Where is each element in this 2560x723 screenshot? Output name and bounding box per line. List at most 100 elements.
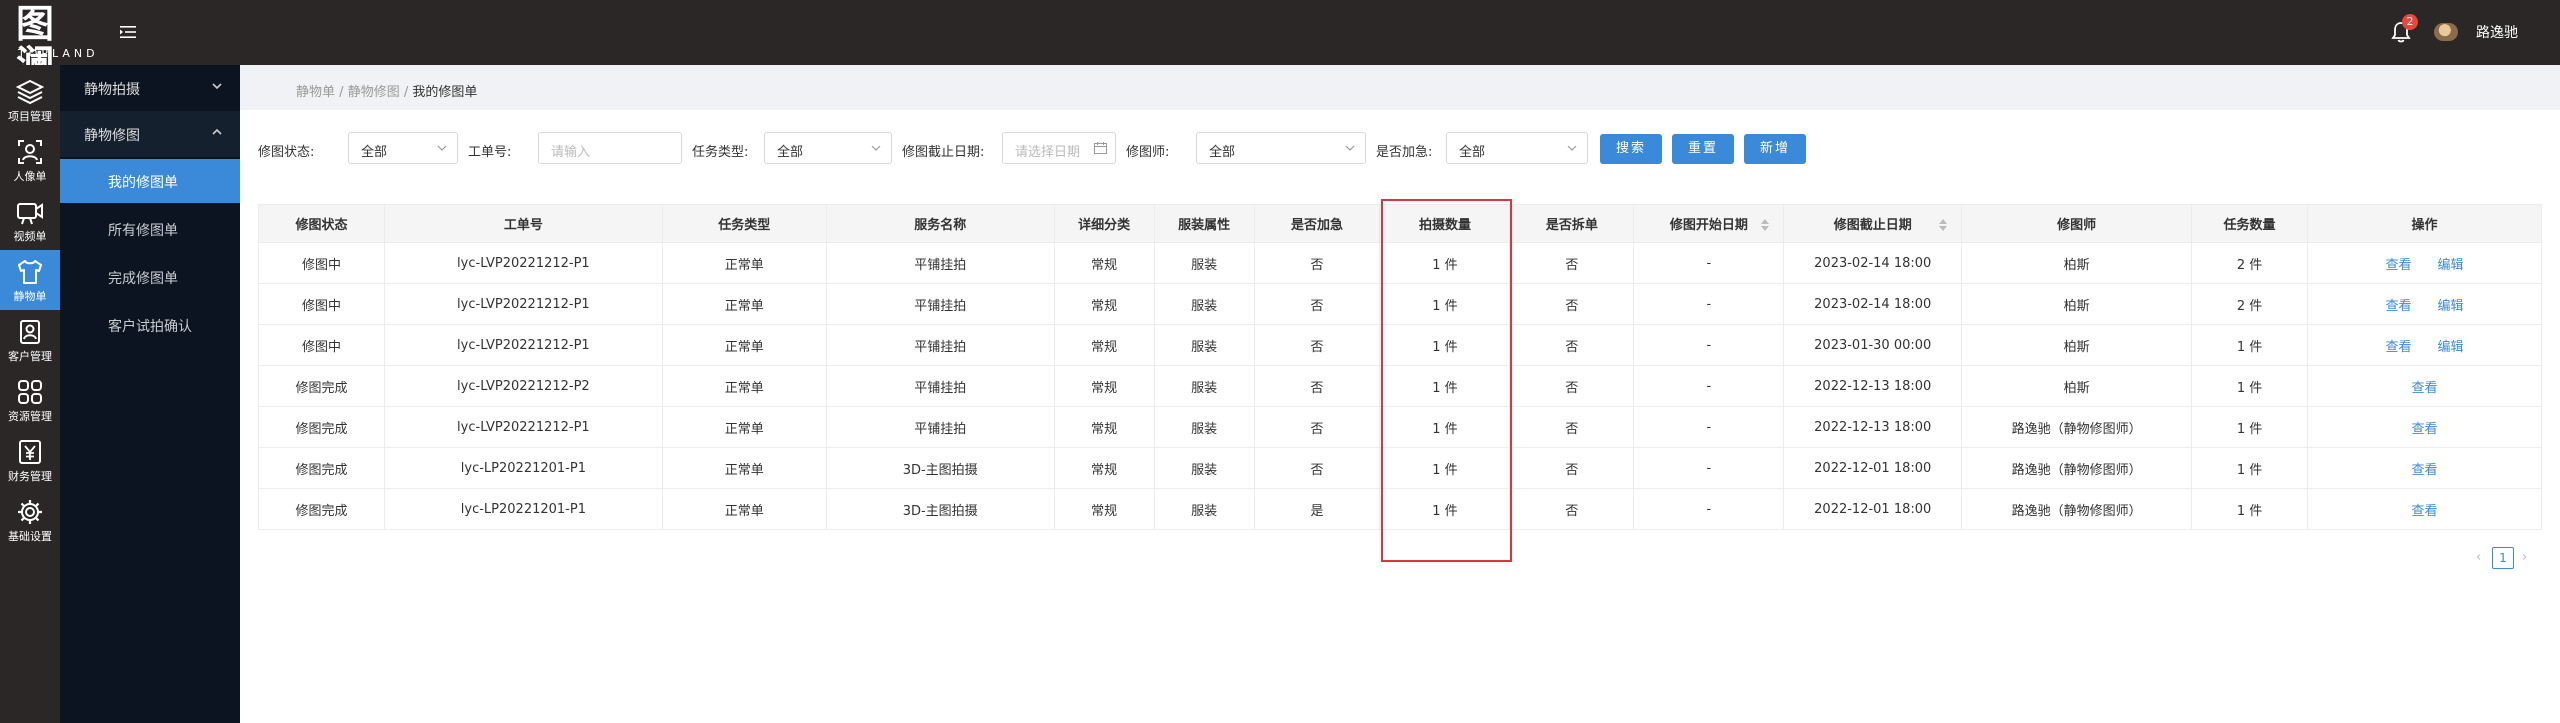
table-cell: 路逸驰（静物修图师） bbox=[1961, 447, 2193, 489]
view-link[interactable]: 查看 bbox=[2386, 299, 2412, 314]
retoucher-select-value: 全部 bbox=[1209, 145, 1236, 160]
breadcrumb-item[interactable]: 静物单 bbox=[296, 85, 335, 100]
table-cell: 服装 bbox=[1153, 283, 1255, 325]
rail-item-finance[interactable]: 财务管理 bbox=[0, 430, 60, 490]
add-button[interactable]: 新增 bbox=[1744, 134, 1806, 164]
rail-label: 基础设置 bbox=[8, 530, 52, 543]
view-link[interactable]: 查看 bbox=[2386, 258, 2412, 273]
column-header: 服装属性 bbox=[1153, 204, 1255, 243]
urgent-select[interactable]: 全部 bbox=[1446, 132, 1588, 164]
table-cell: 正常单 bbox=[661, 283, 827, 325]
table-cell: 2 件 bbox=[2191, 283, 2309, 325]
actions-cell: 查看 bbox=[2307, 488, 2542, 530]
table-cell: 修图完成 bbox=[258, 365, 385, 407]
calendar-icon bbox=[1094, 142, 1107, 154]
breadcrumb-current: 我的修图单 bbox=[412, 85, 478, 100]
table-cell: 否 bbox=[1253, 283, 1381, 325]
table-cell: 修图完成 bbox=[258, 406, 385, 448]
column-header: 修图状态 bbox=[258, 204, 385, 243]
filter-bar: 修图状态: 全部 工单号: 请输入 任务类型: 全部 修图截止日期: 请选择日期… bbox=[240, 128, 2560, 172]
table-cell: 修图完成 bbox=[258, 488, 385, 530]
submenu-item-done-retouch[interactable]: 完成修图单 bbox=[60, 255, 240, 299]
avatar[interactable] bbox=[2434, 23, 2458, 41]
table-cell: - bbox=[1633, 283, 1785, 325]
view-link[interactable]: 查看 bbox=[2412, 381, 2438, 396]
table-cell: 否 bbox=[1253, 365, 1381, 407]
column-header-sortable[interactable]: 修图开始日期 bbox=[1633, 204, 1785, 243]
pagination-next[interactable]: › bbox=[2522, 550, 2527, 565]
chevron-up-icon bbox=[212, 128, 222, 135]
status-select[interactable]: 全部 bbox=[348, 132, 458, 164]
submenu-item-my-retouch[interactable]: 我的修图单 bbox=[60, 159, 240, 203]
edit-link[interactable]: 编辑 bbox=[2438, 299, 2464, 314]
user-name[interactable]: 路逸驰 bbox=[2476, 22, 2518, 42]
table-row: 修图中 lyc-LVP20221212-P1 正常单 平铺挂拍 常规 服装否 1 件否 -20… bbox=[258, 283, 2542, 325]
actions-cell: 查看 bbox=[2307, 447, 2542, 489]
table-cell: 正常单 bbox=[661, 365, 827, 407]
layers-icon bbox=[16, 79, 44, 105]
chevron-down-icon bbox=[1567, 145, 1577, 151]
rail-item-settings[interactable]: 基础设置 bbox=[0, 490, 60, 550]
submenu-item-customer-confirm[interactable]: 客户试拍确认 bbox=[60, 303, 240, 347]
edit-link[interactable]: 编辑 bbox=[2438, 340, 2464, 355]
column-header-sortable[interactable]: 修图截止日期 bbox=[1783, 204, 1963, 243]
table-cell: - bbox=[1633, 406, 1785, 448]
deadline-placeholder: 请选择日期 bbox=[1015, 145, 1081, 160]
breadcrumb-bar: 静物单 / 静物修图 / 我的修图单 bbox=[240, 65, 2560, 110]
table-cell: 1 件 bbox=[2191, 365, 2309, 407]
table-cell: 否 bbox=[1253, 324, 1381, 366]
rail-item-resource[interactable]: 资源管理 bbox=[0, 370, 60, 430]
task-type-select[interactable]: 全部 bbox=[764, 132, 892, 164]
view-link[interactable]: 查看 bbox=[2412, 422, 2438, 437]
logo[interactable]: 图澜 TOPLAND bbox=[10, 4, 95, 84]
breadcrumb-item[interactable]: 静物修图 bbox=[348, 85, 400, 100]
pagination-prev[interactable]: ‹ bbox=[2476, 550, 2481, 565]
submenu-group-label: 静物拍摄 bbox=[84, 82, 140, 98]
rail-item-portrait[interactable]: 人像单 bbox=[0, 130, 60, 190]
actions-cell: 查看 编辑 bbox=[2307, 283, 2542, 325]
order-number-input[interactable]: 请输入 bbox=[538, 132, 682, 164]
table-cell: 正常单 bbox=[661, 406, 827, 448]
deadline-date-picker[interactable]: 请选择日期 bbox=[1002, 132, 1116, 164]
retoucher-filter-label: 修图师: bbox=[1126, 145, 1170, 160]
table-cell: 柏斯 bbox=[1961, 365, 2193, 407]
breadcrumb-separator: / bbox=[339, 85, 344, 100]
edit-link[interactable]: 编辑 bbox=[2438, 258, 2464, 273]
table-row: 修图完成 lyc-LP20221201-P1 正常单 3D-主图拍摄 常规 服装是 1 件否… bbox=[258, 488, 2542, 530]
rail-item-project[interactable]: 项目管理 bbox=[0, 70, 60, 130]
table-cell: 2023-02-14 18:00 bbox=[1783, 242, 1963, 284]
search-button[interactable]: 搜索 bbox=[1600, 134, 1662, 164]
menu-toggle-icon[interactable] bbox=[118, 22, 138, 42]
table-cell: 平铺挂拍 bbox=[825, 365, 1055, 407]
table-cell: 否 bbox=[1253, 406, 1381, 448]
table-cell: 路逸驰（静物修图师） bbox=[1961, 488, 2193, 530]
actions-cell: 查看 bbox=[2307, 406, 2542, 448]
table-cell: 修图中 bbox=[258, 324, 385, 366]
table-cell: 1 件 bbox=[1379, 324, 1511, 366]
submenu-group-still-retouch[interactable]: 静物修图 bbox=[60, 111, 240, 157]
table-cell: 是 bbox=[1253, 488, 1381, 530]
rail-label: 静物单 bbox=[13, 290, 47, 303]
table-cell: 常规 bbox=[1053, 324, 1155, 366]
column-header: 拍摄数量 bbox=[1379, 204, 1511, 243]
rail-item-customer[interactable]: 客户管理 bbox=[0, 310, 60, 370]
table-cell: - bbox=[1633, 365, 1785, 407]
sort-icon[interactable] bbox=[1761, 219, 1770, 231]
submenu-item-all-retouch[interactable]: 所有修图单 bbox=[60, 207, 240, 251]
sort-icon[interactable] bbox=[1939, 219, 1948, 231]
pagination-page[interactable]: 1 bbox=[2492, 547, 2514, 569]
table-cell: 修图完成 bbox=[258, 447, 385, 489]
table-cell: 否 bbox=[1509, 324, 1635, 366]
rail-item-still[interactable]: 静物单 bbox=[0, 250, 60, 310]
task-type-select-value: 全部 bbox=[777, 145, 804, 160]
table-row: 修图中 lyc-LVP20221212-P1 正常单 平铺挂拍 常规 服装否 1 件否 -20… bbox=[258, 242, 2542, 284]
table-cell: 2022-12-13 18:00 bbox=[1783, 365, 1963, 407]
view-link[interactable]: 查看 bbox=[2386, 340, 2412, 355]
rail-item-video[interactable]: 视频单 bbox=[0, 190, 60, 250]
reset-button[interactable]: 重置 bbox=[1672, 134, 1734, 164]
urgent-filter-label: 是否加急: bbox=[1376, 145, 1433, 160]
retoucher-select[interactable]: 全部 bbox=[1196, 132, 1366, 164]
view-link[interactable]: 查看 bbox=[2412, 504, 2438, 519]
view-link[interactable]: 查看 bbox=[2412, 463, 2438, 478]
submenu-group-still-shoot[interactable]: 静物拍摄 bbox=[60, 65, 240, 111]
